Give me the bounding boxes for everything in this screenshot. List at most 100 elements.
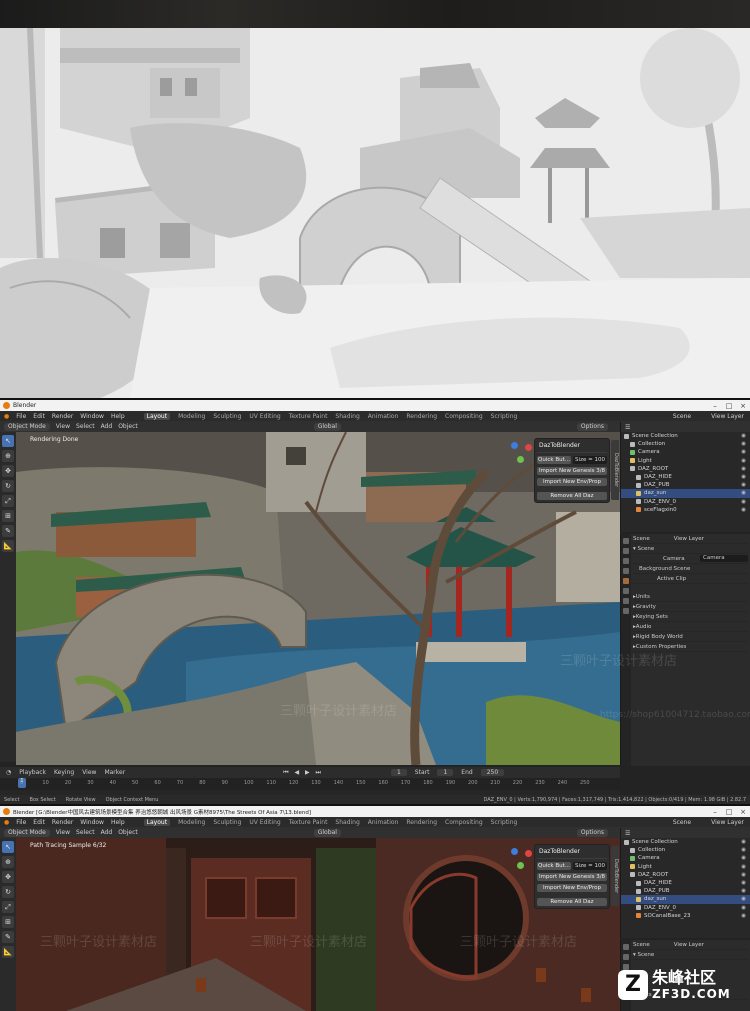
start-frame-field[interactable]: 1	[437, 769, 454, 776]
tab-rendering[interactable]: Rendering	[406, 819, 437, 826]
outliner-item[interactable]: Light ◉	[621, 863, 750, 871]
playback-controls[interactable]: ⏮ ◀ ▶ ⏭	[283, 769, 323, 777]
transform-tool-icon[interactable]: ⊞	[2, 916, 14, 928]
scene-selector[interactable]: Scene	[673, 819, 691, 826]
tab-texture-paint[interactable]: Texture Paint	[289, 413, 328, 420]
object-mode-dropdown[interactable]: Object Mode	[4, 422, 50, 431]
tool-props-icon[interactable]	[623, 538, 629, 544]
tab-texture-paint[interactable]: Texture Paint	[289, 819, 328, 826]
visibility-eye-icon[interactable]: ◉	[741, 888, 746, 894]
visibility-eye-icon[interactable]: ◉	[741, 474, 746, 480]
axis-z-icon[interactable]	[511, 442, 518, 449]
world-props-icon[interactable]	[623, 588, 629, 594]
props-view-layer-tab[interactable]: View Layer	[674, 536, 704, 542]
properties-section-row[interactable]: ▸ Custom Properties	[633, 642, 748, 652]
axis-y-icon[interactable]	[517, 456, 524, 463]
visibility-eye-icon[interactable]: ◉	[741, 499, 746, 505]
menu-window[interactable]: Window	[80, 413, 104, 420]
properties-section-row[interactable]: ▸ Units	[633, 592, 748, 602]
tab-scripting[interactable]: Scripting	[491, 819, 518, 826]
outliner-item[interactable]: daz_sun ◉	[621, 895, 750, 904]
object-mode-dropdown[interactable]: Object Mode	[4, 828, 50, 837]
close-button[interactable]: ×	[736, 808, 750, 816]
tab-animation[interactable]: Animation	[368, 413, 399, 420]
tab-rendering[interactable]: Rendering	[406, 413, 437, 420]
timeline-marker-menu[interactable]: Marker	[104, 769, 125, 776]
scene-section-header[interactable]: ▾ Scene	[633, 950, 748, 960]
outliner-item[interactable]: daz_sun ◉	[621, 489, 750, 498]
header-object-menu[interactable]: Object	[118, 423, 138, 430]
scale-tool-icon[interactable]: ⤢	[2, 495, 14, 507]
import-env-prop-button[interactable]: Import New Env/Prop	[537, 478, 607, 486]
annotate-tool-icon[interactable]: ✎	[2, 525, 14, 537]
daz-side-tab[interactable]: DazToBlender	[611, 846, 619, 906]
transform-orientation-dropdown[interactable]: Global	[313, 828, 341, 837]
tab-shading[interactable]: Shading	[335, 819, 359, 826]
properties-section-row[interactable]: ▸ Keying Sets	[633, 612, 748, 622]
menu-help[interactable]: Help	[111, 819, 125, 826]
remove-all-daz-button[interactable]: Remove All Daz	[537, 492, 607, 500]
cursor-tool-icon[interactable]: ⊕	[2, 856, 14, 868]
camera-field[interactable]: Camera	[700, 555, 748, 562]
axis-x-icon[interactable]	[525, 444, 532, 451]
outliner-item[interactable]: DAZ_ROOT ◉	[621, 871, 750, 879]
scene-props-icon[interactable]	[623, 578, 629, 584]
axis-x-icon[interactable]	[525, 850, 532, 857]
props-scene-tab[interactable]: Scene	[633, 942, 650, 948]
import-env-prop-button[interactable]: Import New Env/Prop	[537, 884, 607, 892]
menu-help[interactable]: Help	[111, 413, 125, 420]
scale-tool-icon[interactable]: ⤢	[2, 901, 14, 913]
outliner-item[interactable]: Scene Collection ◉	[621, 838, 750, 846]
measure-tool-icon[interactable]: 📐	[2, 946, 14, 958]
visibility-eye-icon[interactable]: ◉	[741, 490, 746, 496]
visibility-eye-icon[interactable]: ◉	[741, 441, 746, 447]
header-select-menu[interactable]: Select	[76, 829, 95, 836]
outliner-item[interactable]: SOCanalBase_23 ◉	[621, 912, 750, 920]
visibility-eye-icon[interactable]: ◉	[741, 855, 746, 861]
outliner-item[interactable]: DAZ_ROOT ◉	[621, 465, 750, 473]
visibility-eye-icon[interactable]: ◉	[741, 913, 746, 919]
tab-sculpting[interactable]: Sculpting	[213, 819, 241, 826]
props-scene-tab[interactable]: Scene	[633, 536, 650, 542]
outliner-item[interactable]: DAZ_HIDE ◉	[621, 879, 750, 887]
tool-props-icon[interactable]	[623, 944, 629, 950]
props-view-layer-tab[interactable]: View Layer	[674, 942, 704, 948]
outliner-item[interactable]: Camera ◉	[621, 854, 750, 862]
outliner-item[interactable]: Collection ◉	[621, 440, 750, 448]
outliner-item[interactable]: DAZ_ENV_0 ◉	[621, 498, 750, 506]
properties-section-row[interactable]: ▸ Rigid Body World	[633, 632, 748, 642]
visibility-eye-icon[interactable]: ◉	[741, 864, 746, 870]
axis-y-icon[interactable]	[517, 862, 524, 869]
select-tool-icon[interactable]: ↖	[2, 841, 14, 853]
tab-scripting[interactable]: Scripting	[491, 413, 518, 420]
timeline-playback-menu[interactable]: Playback	[19, 769, 46, 776]
tab-sculpting[interactable]: Sculpting	[213, 413, 241, 420]
output-props-icon[interactable]	[623, 558, 629, 564]
header-select-menu[interactable]: Select	[76, 423, 95, 430]
outliner-item[interactable]: Light ◉	[621, 457, 750, 465]
object-props-icon[interactable]	[623, 598, 629, 604]
visibility-eye-icon[interactable]: ◉	[741, 482, 746, 488]
visibility-eye-icon[interactable]: ◉	[741, 433, 746, 439]
size-field[interactable]: Size = 100	[573, 456, 607, 464]
maximize-button[interactable]: □	[722, 402, 736, 410]
tab-shading[interactable]: Shading	[335, 413, 359, 420]
header-object-menu[interactable]: Object	[118, 829, 138, 836]
visibility-eye-icon[interactable]: ◉	[741, 466, 746, 472]
minimize-button[interactable]: –	[708, 402, 722, 410]
annotate-tool-icon[interactable]: ✎	[2, 931, 14, 943]
tab-compositing[interactable]: Compositing	[445, 819, 483, 826]
tab-animation[interactable]: Animation	[368, 819, 399, 826]
rotate-tool-icon[interactable]: ↻	[2, 886, 14, 898]
visibility-eye-icon[interactable]: ◉	[741, 896, 746, 902]
options-dropdown[interactable]: Options	[576, 422, 609, 431]
options-dropdown[interactable]: Options	[576, 828, 609, 837]
quick-button[interactable]: Quick But...	[537, 862, 571, 870]
header-view-menu[interactable]: View	[56, 829, 70, 836]
scene-section-header[interactable]: ▾ Scene	[633, 544, 748, 554]
tab-layout[interactable]: Layout	[143, 818, 171, 826]
properties-section-row[interactable]: ▸ Audio	[633, 622, 748, 632]
menu-render[interactable]: Render	[52, 413, 73, 420]
menu-render[interactable]: Render	[52, 819, 73, 826]
tab-modeling[interactable]: Modeling	[178, 819, 205, 826]
